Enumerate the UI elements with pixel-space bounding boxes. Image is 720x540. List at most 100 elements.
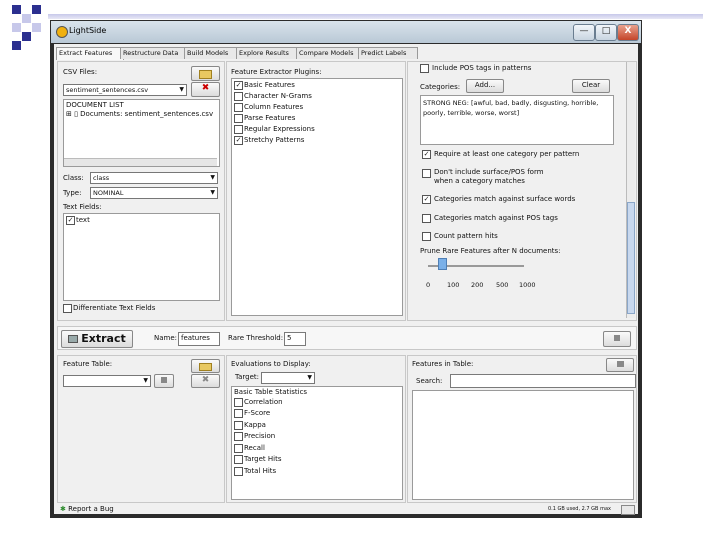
deco-line xyxy=(48,14,703,19)
evaluations-panel: Evaluations to Display: Target: ▼ Basic … xyxy=(226,355,406,503)
tab-explore-results[interactable]: Explore Results xyxy=(236,47,300,59)
stat-checkbox-recall[interactable] xyxy=(234,444,243,453)
tab-restructure-data[interactable]: Restructure Data xyxy=(120,47,188,59)
remove-csv-button[interactable]: ✖ xyxy=(191,82,220,97)
stat-label: Kappa xyxy=(244,421,266,429)
class-label: Class: xyxy=(63,174,84,182)
slider-tick: 0 xyxy=(426,281,431,289)
stat-label: Total Hits xyxy=(244,467,277,475)
app-window: LightSide — □ X Extract Features Restruc… xyxy=(50,20,642,518)
stat-checkbox-fscore[interactable] xyxy=(234,409,243,418)
option-label: Count pattern hits xyxy=(434,232,498,240)
match-surface-checkbox[interactable]: ✓ xyxy=(422,195,431,204)
require-category-checkbox[interactable]: ✓ xyxy=(422,150,431,159)
csv-select[interactable]: sentiment_sentences.csv ▼ xyxy=(63,84,187,96)
document-list: DOCUMENT LIST ⊞ ▯ Documents: sentiment_s… xyxy=(63,99,220,167)
tab-build-models[interactable]: Build Models xyxy=(184,47,240,59)
stat-label: F-Score xyxy=(244,409,271,417)
export-icon xyxy=(616,361,624,367)
plugin-checkbox-parse-features[interactable] xyxy=(234,114,243,123)
name-label: Name: xyxy=(154,334,178,342)
stat-checkbox-total-hits[interactable] xyxy=(234,467,243,476)
basic-stats-header: Basic Table Statistics xyxy=(234,388,308,396)
csv-panel: CSV Files: sentiment_sentences.csv ▼ ✖ DO… xyxy=(57,61,225,321)
deco-square xyxy=(32,5,41,14)
prune-slider-thumb[interactable] xyxy=(438,258,447,270)
close-button[interactable]: X xyxy=(617,24,639,41)
config-scrollbar[interactable] xyxy=(626,62,635,318)
stat-checkbox-correlation[interactable] xyxy=(234,398,243,407)
text-field-checkbox[interactable]: ✓ xyxy=(66,216,75,225)
plugins-list: ✓ Basic Features Character N-Grams Colum… xyxy=(231,78,403,316)
deco-square xyxy=(12,41,21,50)
features-table[interactable] xyxy=(412,390,634,500)
categories-text[interactable]: STRONG NEG: [awful, bad, badly, disgusti… xyxy=(420,95,614,145)
plugin-checkbox-stretchy-patterns[interactable]: ✓ xyxy=(234,136,243,145)
delete-x-icon: ✖ xyxy=(201,83,210,93)
feature-table-select[interactable]: ▼ xyxy=(63,375,151,387)
extract-icon xyxy=(68,335,79,343)
plugin-checkbox-basic-features[interactable]: ✓ xyxy=(234,81,243,90)
option-label: Categories match against POS tags xyxy=(434,214,558,222)
evaluations-label: Evaluations to Display: xyxy=(231,360,311,368)
plugin-label: Column Features xyxy=(244,103,304,111)
features-in-table-panel: Features in Table: Search: xyxy=(407,355,637,503)
plugin-checkbox-column-features[interactable] xyxy=(234,103,243,112)
cancel-extract-button[interactable] xyxy=(603,331,631,347)
slider-tick: 500 xyxy=(496,281,509,289)
deco-square xyxy=(12,23,21,32)
minimize-button[interactable]: — xyxy=(573,24,595,41)
load-table-button[interactable] xyxy=(191,359,220,373)
delete-table-button[interactable]: ✖ xyxy=(191,374,220,388)
config-scrollbar-thumb[interactable] xyxy=(627,202,635,314)
stop-icon xyxy=(614,335,620,341)
differentiate-checkbox[interactable] xyxy=(63,304,72,313)
folder-icon xyxy=(199,363,212,371)
class-select[interactable]: class ▼ xyxy=(90,172,218,184)
clear-categories-button[interactable]: Clear xyxy=(572,79,610,93)
no-surface-checkbox[interactable] xyxy=(422,169,431,178)
extract-button[interactable]: Extract xyxy=(61,330,133,348)
plugin-checkbox-character-ngrams[interactable] xyxy=(234,92,243,101)
option-label: when a category matches xyxy=(434,177,525,185)
window-title: LightSide xyxy=(69,26,107,35)
count-hits-checkbox[interactable] xyxy=(422,232,431,241)
deco-square xyxy=(32,23,41,32)
csv-files-label: CSV Files: xyxy=(63,68,98,76)
tab-predict-labels[interactable]: Predict Labels xyxy=(358,47,418,59)
option-label: Don't include surface/POS form xyxy=(434,168,544,176)
match-pos-checkbox[interactable] xyxy=(422,214,431,223)
doc-list-item[interactable]: ⊞ ▯ Documents: sentiment_sentences.csv xyxy=(66,110,213,118)
tab-compare-models[interactable]: Compare Models xyxy=(296,47,362,59)
target-select[interactable]: ▼ xyxy=(261,372,315,384)
text-field-label: text xyxy=(76,216,90,224)
maximize-button[interactable]: □ xyxy=(595,24,617,41)
feature-name-input[interactable]: features xyxy=(178,332,220,346)
deco-square xyxy=(12,5,21,14)
stat-checkbox-kappa[interactable] xyxy=(234,421,243,430)
export-features-button[interactable] xyxy=(606,358,634,372)
report-bug-link[interactable]: ✱ Report a Bug xyxy=(60,505,114,513)
stat-label: Precision xyxy=(244,432,276,440)
search-input[interactable] xyxy=(450,374,636,388)
option-label: Require at least one category per patter… xyxy=(434,150,580,158)
text-fields-list: ✓ text xyxy=(63,213,220,301)
categories-label: Categories: xyxy=(420,83,461,91)
type-select[interactable]: NOMINAL ▼ xyxy=(90,187,218,199)
bug-icon: ✱ xyxy=(60,505,69,513)
doc-list-scrollbar[interactable] xyxy=(64,158,217,166)
plugins-panel: Feature Extractor Plugins: ✓ Basic Featu… xyxy=(226,61,406,321)
memory-status: 0.1 GB used, 2.7 GB max xyxy=(548,506,611,512)
open-csv-button[interactable] xyxy=(191,66,220,81)
include-pos-checkbox[interactable] xyxy=(420,64,429,73)
add-category-button[interactable]: Add... xyxy=(466,79,504,93)
status-bar: ✱ Report a Bug 0.1 GB used, 2.7 GB max xyxy=(54,505,638,515)
save-table-button[interactable] xyxy=(154,374,174,388)
rare-threshold-input[interactable]: 5 xyxy=(284,332,306,346)
tab-extract-features[interactable]: Extract Features xyxy=(56,47,124,60)
stat-checkbox-precision[interactable] xyxy=(234,432,243,441)
stat-label: Correlation xyxy=(244,398,283,406)
plugin-label: Parse Features xyxy=(244,114,296,122)
plugin-checkbox-regular-expressions[interactable] xyxy=(234,125,243,134)
stat-checkbox-target-hits[interactable] xyxy=(234,455,243,464)
